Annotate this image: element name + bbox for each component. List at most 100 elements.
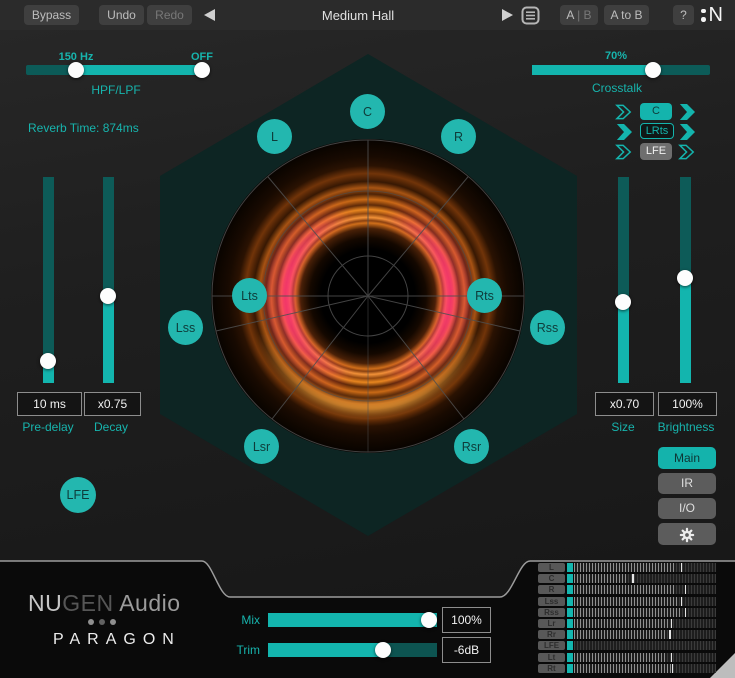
mix-slider[interactable] [268, 613, 437, 627]
meter-channel-label: Lr [538, 619, 565, 628]
hpf-lpf-slider[interactable] [26, 65, 207, 75]
meter-list: LCR Lss Rss Lr Rr LFE Lt Rt [538, 563, 720, 673]
meter-channel-label: Rr [538, 630, 565, 639]
route-out-lfe-chevron-icon[interactable] [678, 144, 696, 160]
predelay-value[interactable]: 10 ms [17, 392, 82, 416]
meter-row: L [538, 563, 720, 572]
meter-input-segment [567, 630, 573, 639]
crosstalk-handle[interactable] [645, 62, 661, 78]
meter-peak-marker [669, 630, 671, 639]
trim-value[interactable]: -6dB [442, 637, 491, 663]
tab-ir[interactable]: IR [658, 473, 716, 494]
meter-input-segment [567, 653, 573, 662]
trim-handle[interactable] [375, 642, 391, 658]
route-in-lfe-chevron-icon[interactable] [615, 144, 633, 160]
channel-node-lfe[interactable]: LFE [60, 477, 96, 513]
brightness-label: Brightness [658, 420, 715, 434]
trim-label: Trim [210, 643, 260, 657]
meter-channel-label: LFE [538, 641, 565, 650]
meter-bar [574, 653, 716, 662]
size-handle[interactable] [615, 294, 631, 310]
meter-channel-label: Lss [538, 597, 565, 606]
meter-input-segment [567, 664, 573, 673]
meter-row: Rt [538, 664, 720, 673]
decay-value[interactable]: x0.75 [84, 392, 141, 416]
meter-row: Rr [538, 630, 720, 639]
meter-level-fill [574, 664, 671, 673]
route-out-c-chevron-icon[interactable] [678, 104, 696, 120]
meter-row: LFE [538, 641, 720, 650]
size-label: Size [611, 420, 634, 434]
settings-button[interactable] [658, 523, 716, 545]
meter-input-segment [567, 619, 573, 628]
size-slider[interactable] [618, 177, 629, 383]
decay-slider[interactable] [103, 177, 114, 383]
decay-label: Decay [94, 420, 128, 434]
channel-node-c[interactable]: C [350, 94, 385, 129]
trim-slider[interactable] [268, 643, 437, 657]
meter-bar [574, 664, 716, 673]
meter-channel-label: Rt [538, 664, 565, 673]
crosstalk-slider[interactable] [532, 65, 710, 75]
predelay-handle[interactable] [40, 353, 56, 369]
lpf-handle[interactable] [194, 62, 210, 78]
route-button-lfe[interactable]: LFE [640, 143, 672, 160]
meter-bar [574, 619, 716, 628]
brand-dots [88, 619, 116, 625]
meter-peak-marker [685, 585, 687, 594]
meter-level-fill [574, 574, 627, 583]
meter-row: Lr [538, 619, 720, 628]
route-out-lrts-chevron-icon[interactable] [678, 124, 696, 140]
meter-level-fill [574, 608, 681, 617]
meter-bar [574, 630, 716, 639]
tab-main[interactable]: Main [658, 447, 716, 469]
route-in-c-chevron-icon[interactable] [615, 104, 633, 120]
decay-handle[interactable] [100, 288, 116, 304]
crosstalk-label: Crosstalk [592, 81, 642, 95]
channel-node-lss[interactable]: Lss [168, 310, 203, 345]
tab-io[interactable]: I/O [658, 498, 716, 519]
meter-input-segment [567, 574, 573, 583]
meter-peak-marker [671, 619, 673, 628]
meter-input-segment [567, 608, 573, 617]
channel-node-r[interactable]: R [441, 119, 476, 154]
channel-node-lsr[interactable]: Lsr [244, 429, 279, 464]
meter-input-segment [567, 597, 573, 606]
meter-bar [574, 597, 716, 606]
brand-gen: GEN [62, 590, 113, 616]
route-button-c[interactable]: C [640, 103, 672, 120]
channel-node-l[interactable]: L [257, 119, 292, 154]
meter-row: Lt [538, 653, 720, 662]
brand-nu: NU [28, 590, 62, 616]
meter-row: Rss [538, 608, 720, 617]
crosstalk-value: 70% [605, 50, 627, 62]
channel-node-lts[interactable]: Lts [232, 278, 267, 313]
channel-node-rts[interactable]: Rts [467, 278, 502, 313]
meter-channel-label: Rss [538, 608, 565, 617]
route-button-lrts[interactable]: LRts [640, 123, 674, 139]
hpf-handle[interactable] [68, 62, 84, 78]
meter-bar [574, 608, 716, 617]
route-in-lrts-chevron-icon[interactable] [615, 124, 633, 140]
product-name: PARAGON [53, 631, 181, 649]
meter-level-fill [574, 630, 666, 639]
meter-level-fill [574, 585, 675, 594]
brand-audio: Audio [114, 590, 181, 616]
meter-peak-marker [681, 563, 683, 572]
channel-node-rss[interactable]: Rss [530, 310, 565, 345]
meter-bar [574, 641, 716, 650]
mix-handle[interactable] [421, 612, 437, 628]
meter-channel-label: C [538, 574, 565, 583]
channel-node-rsr[interactable]: Rsr [454, 429, 489, 464]
brightness-handle[interactable] [677, 270, 693, 286]
meter-input-segment [567, 585, 573, 594]
paragon-plugin-window: Bypass Undo Redo Medium Hall A | B A to … [0, 0, 735, 678]
meter-row: R [538, 585, 720, 594]
meter-peak-marker [671, 653, 673, 662]
brightness-value[interactable]: 100% [658, 392, 717, 416]
meter-level-fill [574, 597, 678, 606]
meter-input-segment [567, 641, 573, 650]
size-value[interactable]: x0.70 [595, 392, 654, 416]
brand-wordmark: NUGEN Audio [28, 590, 181, 617]
mix-value[interactable]: 100% [442, 607, 491, 633]
